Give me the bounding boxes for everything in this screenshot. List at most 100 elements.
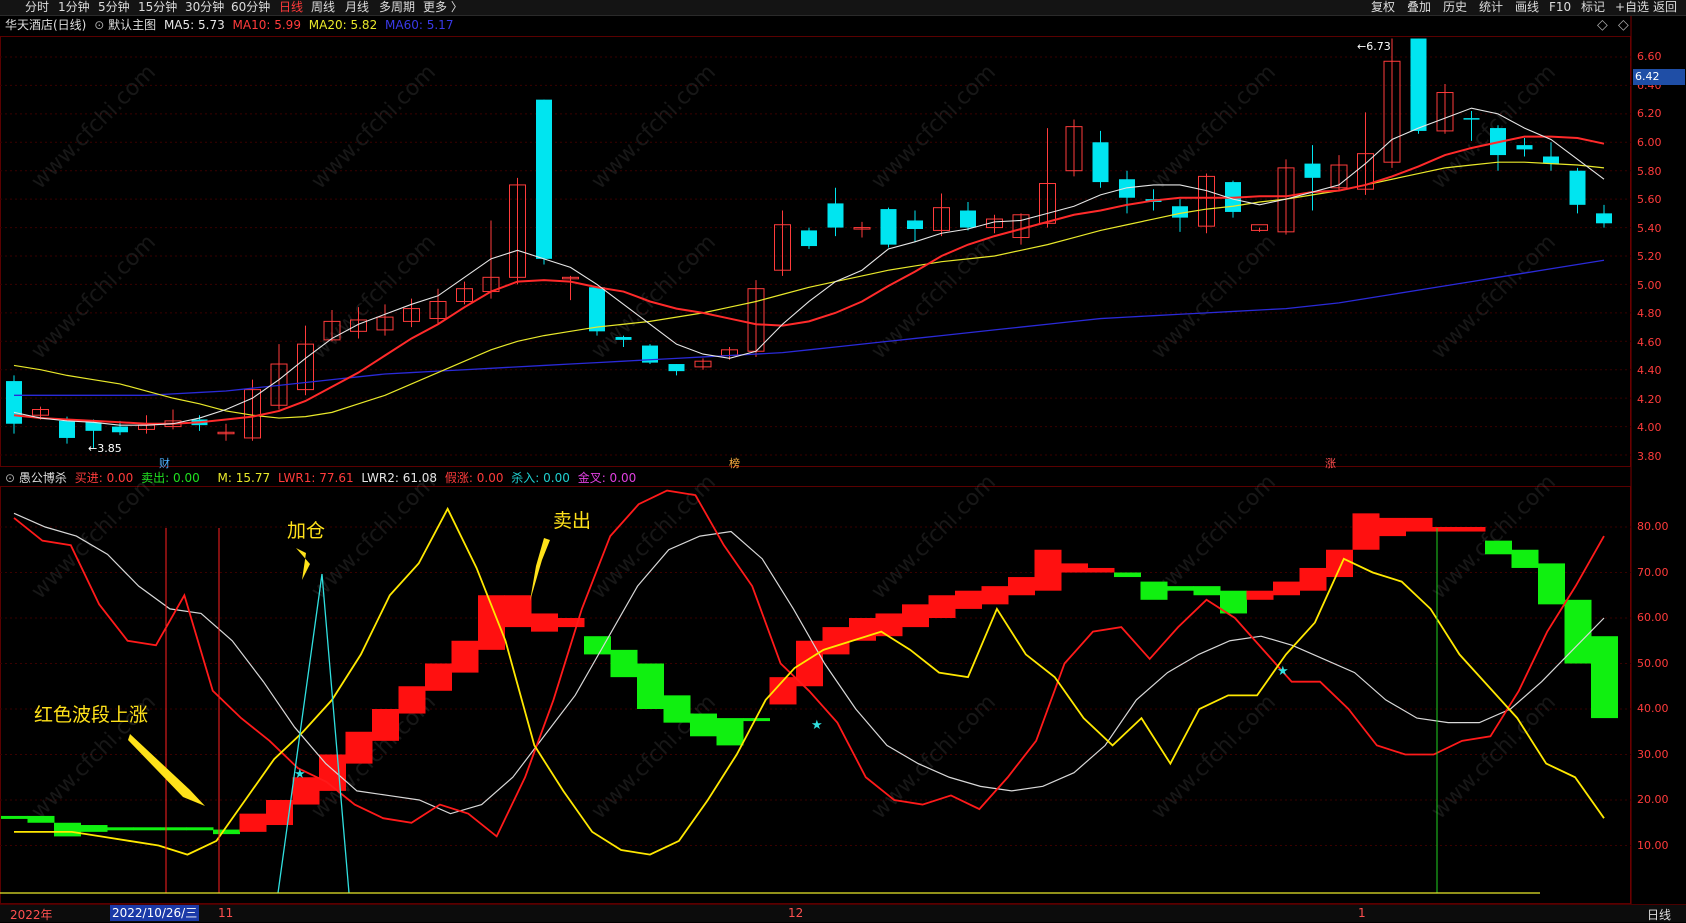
indicator-bar-red [902, 604, 929, 628]
watermark-text: www.cfchi.com [27, 470, 161, 604]
indicator-bar-red [1087, 567, 1115, 573]
indicator-bar-red [504, 595, 532, 628]
watermark-text: www.cfchi.com [307, 230, 441, 364]
candle-body-down [615, 337, 632, 340]
indicator-bar-red [425, 663, 452, 691]
indicator-bar-red [822, 627, 850, 655]
date-axis-bar: 2022年 2022/10/26/三 11 12 1 日线 [0, 904, 1686, 922]
indicator-bar-red [1405, 517, 1433, 532]
indicator-bar-red [1458, 527, 1486, 532]
high-price-value: 6.73 [1366, 40, 1391, 53]
indicator-bar-green [1140, 581, 1168, 600]
price-tick: 6.00 [1637, 136, 1662, 149]
finance-marker[interactable]: 财 [159, 455, 170, 471]
indicator-bar-red [1273, 581, 1300, 596]
red-wave-annotation: 红色波段上涨 [34, 704, 149, 726]
price-tick: 5.00 [1637, 279, 1662, 292]
candle-body-down [1463, 118, 1480, 120]
candle-body-down [1516, 145, 1533, 150]
month-label-12: 12 [788, 906, 804, 920]
indicator-bar-red [1352, 513, 1380, 550]
indicator-bar-green [690, 713, 717, 737]
low-price-label: ←3.85 [88, 442, 122, 455]
watermark-text: www.cfchi.com [1147, 60, 1281, 194]
watermark-text: www.cfchi.com [1147, 230, 1281, 364]
indicator-bar-green [1538, 563, 1565, 605]
watermark-text: www.cfchi.com [867, 690, 1001, 824]
price-tick: 5.40 [1637, 222, 1662, 235]
template-label[interactable]: 默认主图 [108, 18, 156, 32]
main-chart-info: 华天酒店(日线) ⊙ 默认主图 MA5: 5.73 MA10: 5.99 MA2… [5, 17, 453, 33]
indicator-bar-red [557, 618, 585, 628]
watermark-text: www.cfchi.com [1427, 690, 1561, 824]
indicator-bar-red [1246, 590, 1274, 600]
limit-up-marker[interactable]: 涨 [1325, 455, 1336, 471]
kill-in-label: 杀入: 0.00 [511, 471, 570, 485]
star-icon: ★ [1277, 664, 1289, 679]
indicator-bar-red [796, 640, 823, 687]
candle-body-down [1596, 213, 1612, 224]
watermark-text: www.cfchi.com [307, 60, 441, 194]
indicator-name[interactable]: 愚公博杀 [19, 471, 67, 485]
indicator-bar-green [1, 815, 28, 819]
indicator-bar-green [213, 829, 240, 835]
indicator-tick: 10.00 [1637, 839, 1669, 852]
sell-annotation: 卖出 [553, 510, 592, 532]
arrow-icon [530, 538, 550, 601]
indicator-bar-red [345, 731, 373, 764]
watermark-text: www.cfchi.com [27, 60, 161, 194]
candle-body-down [1543, 156, 1559, 164]
candle-body-down [907, 220, 923, 229]
nav-left-icon[interactable]: ◇ [1597, 17, 1608, 33]
indicator-tick: 80.00 [1637, 520, 1669, 533]
indicator-bar-red [1008, 577, 1035, 596]
indicator-bar-red [955, 590, 982, 609]
indicator-panel-frame [0, 486, 1631, 904]
current-price-tag: 6.42 [1633, 69, 1685, 85]
indicator-bar-red [1326, 549, 1353, 578]
candle-body-down [960, 210, 976, 228]
indicator-settings-icon[interactable]: ⊙ [5, 471, 15, 485]
indicator-tick: 60.00 [1637, 611, 1669, 624]
full-cross-label: 金叉: 0.00 [577, 471, 637, 485]
indicator-tick: 50.00 [1637, 657, 1669, 670]
watermark-text: www.cfchi.com [307, 470, 441, 604]
candle-body-down [1092, 142, 1109, 183]
candle-body-down [6, 381, 22, 424]
indicator-bar-green [663, 695, 691, 723]
indicator-bar-red [531, 613, 558, 632]
year-label: 2022年 [10, 908, 53, 922]
candle-body-down [827, 203, 844, 228]
indicator-bar-red [398, 686, 426, 714]
kline-chart[interactable]: www.cfchi.com www.cfchi.com www.cfchi.com w… [0, 0, 1686, 921]
watermark-text: www.cfchi.com [867, 60, 1001, 194]
candle-body-down [589, 287, 605, 332]
sell-out-label: 卖出: 0.00 [141, 471, 200, 485]
price-tick: 4.60 [1637, 336, 1662, 349]
price-tick: 5.60 [1637, 193, 1662, 206]
ma60-line [14, 259, 1605, 396]
watermark-text: www.cfchi.com [587, 470, 721, 604]
indicator-bar-green [610, 649, 638, 678]
watermark-text: www.cfchi.com [1427, 60, 1561, 194]
nav-right-icon[interactable]: ◇ [1618, 17, 1629, 33]
date-cursor[interactable]: 2022/10/26/三 [110, 905, 200, 921]
month-label-11: 11 [218, 906, 234, 920]
indicator-bar-green [27, 815, 55, 823]
indicator-bar-green [1114, 572, 1141, 578]
indicator-bar-red [1379, 517, 1406, 537]
indicator-bars [1, 513, 1618, 837]
fake-up-label: 假涨: 0.00 [444, 471, 504, 485]
indicator-bar-green [54, 822, 81, 837]
period-label[interactable]: 日线 [1647, 906, 1671, 923]
rank-marker[interactable]: 榜 [729, 455, 740, 471]
watermark-text: www.cfchi.com [587, 230, 721, 364]
low-price-value: 3.85 [97, 442, 122, 455]
indicator-bar-green [160, 827, 187, 831]
settings-icon[interactable]: ⊙ [94, 18, 104, 32]
price-tick: 4.80 [1637, 307, 1662, 320]
indicator-bar-green [1591, 636, 1618, 719]
ma5-label: MA5: 5.73 [163, 18, 225, 32]
indicator-bar-green [80, 825, 108, 832]
price-tick: 4.40 [1637, 364, 1662, 377]
